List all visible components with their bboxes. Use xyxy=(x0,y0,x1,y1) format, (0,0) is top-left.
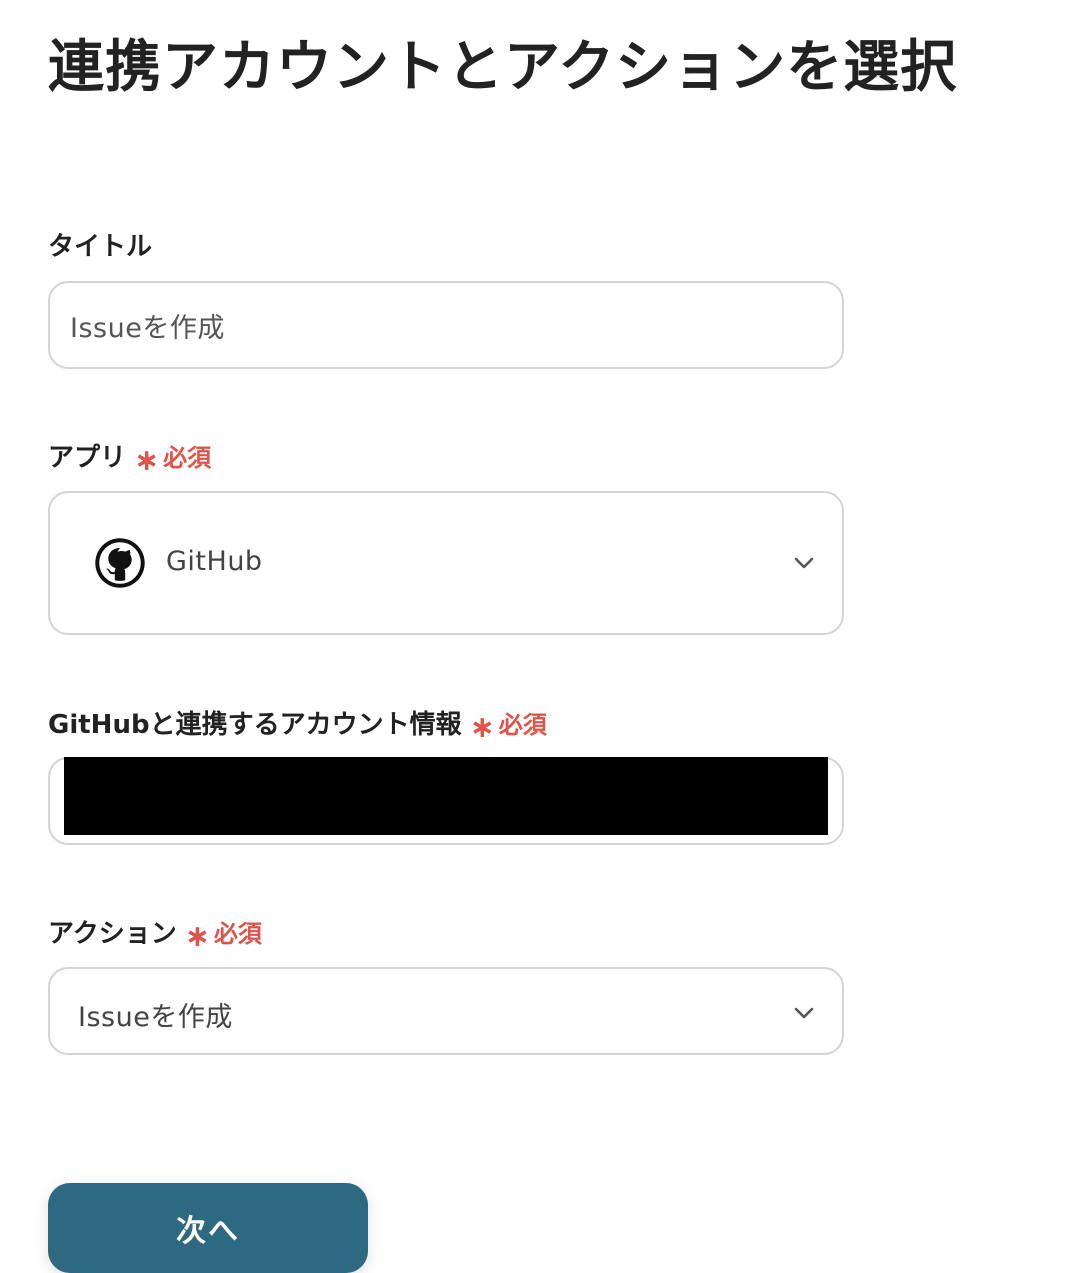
chevron-down-icon[interactable] xyxy=(792,1001,816,1025)
title-input[interactable] xyxy=(50,283,842,367)
required-indicator: ∗ 必須 xyxy=(134,438,212,478)
redacted-account-value xyxy=(64,757,828,835)
app-select[interactable]: GitHub xyxy=(48,491,844,635)
required-text: 必須 xyxy=(213,920,262,948)
account-field-label: GitHubと連携するアカウント情報 ∗ 必須 xyxy=(48,704,547,745)
app-label-text: アプリ xyxy=(48,443,127,473)
required-text: 必須 xyxy=(163,444,212,472)
title-label-text: タイトル xyxy=(48,232,153,262)
required-asterisk: ∗ xyxy=(184,918,210,954)
action-field-label: アクション ∗ 必須 xyxy=(48,913,262,954)
title-field-label: タイトル xyxy=(48,226,152,263)
required-indicator: ∗ 必須 xyxy=(184,914,262,954)
account-select[interactable] xyxy=(48,757,844,845)
action-label-text: アクション xyxy=(48,919,177,949)
chevron-down-icon[interactable] xyxy=(792,551,816,575)
github-logo-icon xyxy=(95,538,145,588)
required-asterisk: ∗ xyxy=(134,442,160,478)
action-select-value: Issueを作成 xyxy=(78,1002,233,1033)
app-field-label: アプリ ∗ 必須 xyxy=(48,437,212,478)
page-title: 連携アカウントとアクションを選択 xyxy=(48,35,958,100)
app-select-value: GitHub xyxy=(166,546,263,577)
required-text: 必須 xyxy=(498,711,547,739)
account-label-text: GitHubと連携するアカウント情報 xyxy=(48,710,462,740)
required-asterisk: ∗ xyxy=(469,709,495,745)
next-button[interactable]: 次へ xyxy=(48,1183,368,1273)
title-input-box[interactable] xyxy=(48,281,844,369)
action-select[interactable]: Issueを作成 xyxy=(48,967,844,1055)
required-indicator: ∗ 必須 xyxy=(469,705,547,745)
